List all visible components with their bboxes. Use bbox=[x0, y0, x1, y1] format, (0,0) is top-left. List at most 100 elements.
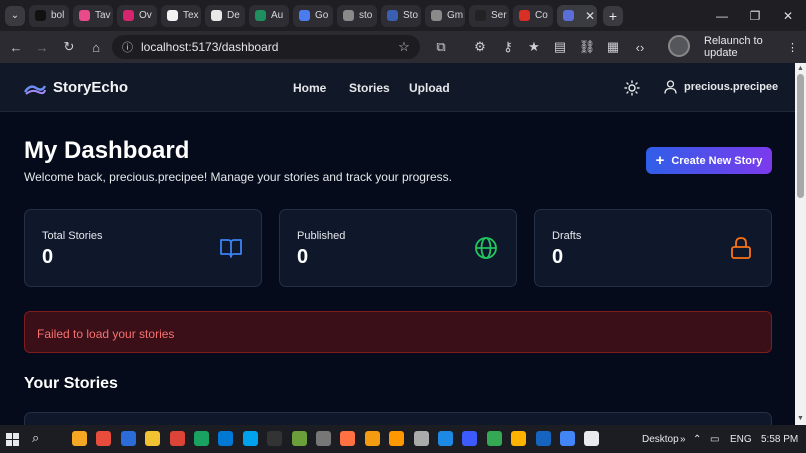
back-icon[interactable]: ← bbox=[4, 35, 28, 59]
overflow-icon[interactable]: » bbox=[680, 434, 686, 445]
user-menu[interactable]: precious.precipee bbox=[664, 80, 778, 94]
link-icon[interactable]: ⛓ bbox=[575, 35, 599, 59]
browser-tab[interactable]: Go bbox=[293, 4, 333, 27]
tab-search-button[interactable]: ⌄ bbox=[5, 5, 25, 26]
reading-mode-icon[interactable]: ▤ bbox=[548, 35, 572, 59]
tab-favicon bbox=[343, 10, 354, 21]
taskbar-app-icon[interactable] bbox=[145, 431, 161, 446]
brand-logo-icon bbox=[24, 84, 46, 95]
stat-value: 0 bbox=[42, 246, 54, 268]
restore-button[interactable]: ❐ bbox=[739, 0, 771, 31]
browser-tab[interactable]: Ov bbox=[117, 4, 157, 27]
windows-taskbar: ⌕ Desktop » ⌃ ▭ ENG 5:58 PM bbox=[0, 425, 806, 453]
more-icon[interactable]: ⋮ bbox=[787, 41, 798, 54]
profile-avatar[interactable] bbox=[668, 35, 690, 57]
app-page: StoryEcho Home Stories Upload precious.p… bbox=[0, 63, 795, 425]
stat-label: Total Stories bbox=[42, 230, 103, 242]
windows-start-icon[interactable] bbox=[6, 433, 19, 446]
taskbar-app-icon[interactable] bbox=[364, 431, 380, 446]
browser-tab[interactable]: Ser bbox=[469, 4, 509, 27]
nav-home[interactable]: Home bbox=[293, 81, 326, 95]
password-icon[interactable]: ⚷ bbox=[496, 35, 520, 59]
scroll-up-icon[interactable]: ▲ bbox=[797, 65, 804, 72]
extensions-icon[interactable]: ⧉ bbox=[429, 35, 453, 59]
new-tab-button[interactable]: + bbox=[603, 5, 623, 26]
scroll-down-icon[interactable]: ▼ bbox=[797, 415, 804, 422]
taskbar-app-icon[interactable] bbox=[438, 431, 453, 446]
nav-upload[interactable]: Upload bbox=[409, 81, 450, 95]
taskbar-app-icon[interactable] bbox=[462, 431, 478, 446]
browser-tab[interactable]: sto bbox=[337, 4, 377, 27]
side-panel-icon[interactable]: ▦ bbox=[601, 35, 625, 59]
devtools-icon[interactable]: ‹› bbox=[628, 35, 652, 59]
browser-tab[interactable]: bol bbox=[29, 4, 69, 27]
stat-card-total: Total Stories 0 bbox=[24, 209, 262, 287]
create-button-label: Create New Story bbox=[671, 154, 763, 167]
browser-tab[interactable]: Tex bbox=[161, 4, 201, 27]
book-icon bbox=[220, 239, 242, 258]
scroll-thumb[interactable] bbox=[797, 74, 804, 198]
create-new-story-button[interactable]: + Create New Story bbox=[646, 147, 772, 174]
tab-favicon bbox=[519, 10, 530, 21]
taskbar-app-icon[interactable] bbox=[511, 431, 527, 446]
taskbar-app-icon[interactable] bbox=[389, 431, 405, 446]
tab-favicon bbox=[431, 10, 442, 21]
taskbar-app-icon[interactable] bbox=[560, 431, 575, 446]
tab-label: Tex bbox=[183, 10, 199, 21]
taskbar-app-icon[interactable] bbox=[194, 431, 209, 446]
taskbar-app-icon[interactable] bbox=[96, 431, 112, 446]
close-icon[interactable]: ✕ bbox=[585, 9, 595, 23]
taskbar-app-icon[interactable] bbox=[169, 431, 185, 446]
language-indicator[interactable]: ENG bbox=[730, 434, 752, 445]
taskbar-app-icon[interactable] bbox=[120, 431, 136, 446]
tray-chevron-icon[interactable]: ⌃ bbox=[693, 434, 701, 445]
tab-favicon bbox=[35, 10, 46, 21]
tab-label: Gm bbox=[447, 10, 464, 21]
stories-list-container bbox=[24, 412, 772, 425]
page-scrollbar[interactable]: ▲ ▼ bbox=[795, 63, 806, 425]
taskbar-app-icon[interactable] bbox=[316, 431, 331, 446]
taskbar-app-icon[interactable] bbox=[584, 431, 600, 446]
nav-stories[interactable]: Stories bbox=[349, 81, 390, 95]
taskbar-app-icon[interactable] bbox=[486, 431, 502, 446]
taskbar-app-icon[interactable] bbox=[242, 431, 258, 446]
plus-icon: + bbox=[655, 152, 665, 169]
browser-tab[interactable]: Sto bbox=[381, 4, 421, 27]
extension-icon[interactable]: ⚙ bbox=[468, 35, 492, 59]
forward-icon[interactable]: → bbox=[30, 35, 54, 59]
notifications-icon[interactable]: ▭ bbox=[710, 434, 719, 445]
theme-toggle-sun-icon[interactable] bbox=[624, 80, 640, 96]
browser-tab[interactable]: Tav bbox=[73, 4, 113, 27]
desktop-label[interactable]: Desktop bbox=[642, 434, 679, 445]
address-bar[interactable]: ⓘ localhost:5173/dashboard bbox=[112, 35, 420, 59]
taskbar-app-icon[interactable] bbox=[267, 431, 283, 446]
site-info-icon[interactable]: ⓘ bbox=[122, 39, 133, 55]
taskbar-app-icon[interactable] bbox=[72, 431, 87, 446]
bookmark-star-icon[interactable]: ☆ bbox=[392, 35, 416, 59]
tab-favicon bbox=[255, 10, 266, 21]
reload-icon[interactable]: ↻ bbox=[57, 35, 81, 59]
browser-tab[interactable]: Co bbox=[513, 4, 553, 27]
taskbar-app-icon[interactable] bbox=[535, 431, 551, 446]
browser-tab[interactable]: Gm bbox=[425, 4, 465, 27]
tab-active[interactable]: ✕ bbox=[557, 4, 597, 27]
taskbar-app-icon[interactable] bbox=[218, 431, 234, 446]
taskbar-app-icon[interactable] bbox=[413, 431, 429, 446]
taskbar-app-icon[interactable] bbox=[340, 431, 356, 446]
tab-label: De bbox=[227, 10, 240, 21]
favorites-icon[interactable]: ★ bbox=[522, 35, 546, 59]
minimize-button[interactable]: — bbox=[706, 0, 738, 31]
clock[interactable]: 5:58 PM bbox=[761, 434, 798, 445]
error-message: Failed to load your stories bbox=[37, 327, 175, 341]
browser-tab[interactable]: De bbox=[205, 4, 245, 27]
username: precious.precipee bbox=[684, 81, 779, 93]
taskbar-app-icon[interactable] bbox=[291, 431, 307, 446]
relaunch-button[interactable]: Relaunch to update ⋮ bbox=[696, 35, 806, 59]
brand-link[interactable]: StoryEcho bbox=[24, 79, 128, 96]
browser-tab[interactable]: Au bbox=[249, 4, 289, 27]
home-icon[interactable]: ⌂ bbox=[84, 35, 108, 59]
browser-toolbar: ← → ↻ ⌂ ⓘ localhost:5173/dashboard ☆ ⧉ ⚙… bbox=[0, 31, 806, 63]
stat-label: Drafts bbox=[552, 230, 582, 242]
search-icon[interactable]: ⌕ bbox=[32, 430, 47, 445]
close-window-button[interactable]: ✕ bbox=[772, 0, 804, 31]
